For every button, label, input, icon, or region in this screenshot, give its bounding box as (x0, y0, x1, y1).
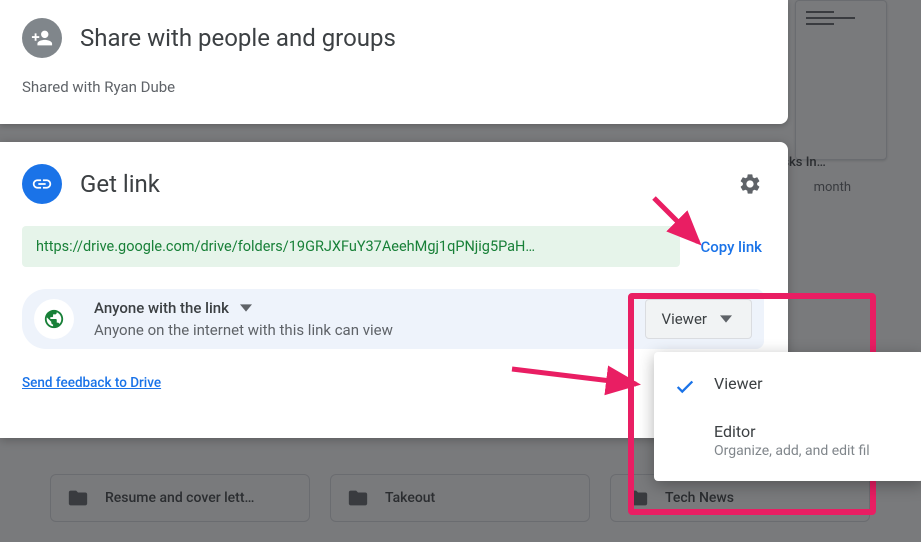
share-title: Share with people and groups (80, 24, 396, 52)
access-scope-description: Anyone on the internet with this link ca… (94, 321, 625, 339)
link-icon (22, 164, 62, 204)
share-shared-with: Shared with Ryan Dube (22, 78, 764, 96)
send-feedback-link[interactable]: Send feedback to Drive (22, 375, 161, 391)
get-link-title: Get link (80, 170, 718, 198)
role-option-label: Viewer (714, 374, 904, 393)
role-option-editor[interactable]: Editor Organize, add, and edit fil (654, 410, 921, 471)
gear-icon (738, 172, 762, 196)
link-settings-button[interactable] (736, 170, 764, 198)
link-access-row: Anyone with the link Anyone on the inter… (22, 289, 764, 349)
role-option-label: Editor (714, 422, 904, 441)
share-people-icon (22, 18, 62, 58)
chevron-down-icon (237, 299, 255, 317)
access-scope-label: Anyone with the link (94, 299, 229, 317)
copy-link-button[interactable]: Copy link (698, 234, 764, 260)
role-dropdown-button[interactable]: Viewer (645, 299, 752, 339)
share-panel: Share with people and groups Shared with… (0, 0, 788, 124)
role-selected-label: Viewer (662, 310, 707, 328)
check-icon (672, 374, 698, 398)
role-dropdown-menu: Viewer Editor Organize, add, and edit fi… (654, 352, 921, 481)
check-placeholder (672, 422, 698, 424)
role-option-description: Organize, add, and edit fil (714, 443, 904, 459)
access-scope-dropdown[interactable]: Anyone with the link (94, 299, 625, 317)
share-url-field[interactable]: https://drive.google.com/drive/folders/1… (22, 226, 680, 267)
role-option-viewer[interactable]: Viewer (654, 362, 921, 410)
globe-icon (34, 299, 74, 339)
chevron-down-icon (717, 310, 735, 328)
